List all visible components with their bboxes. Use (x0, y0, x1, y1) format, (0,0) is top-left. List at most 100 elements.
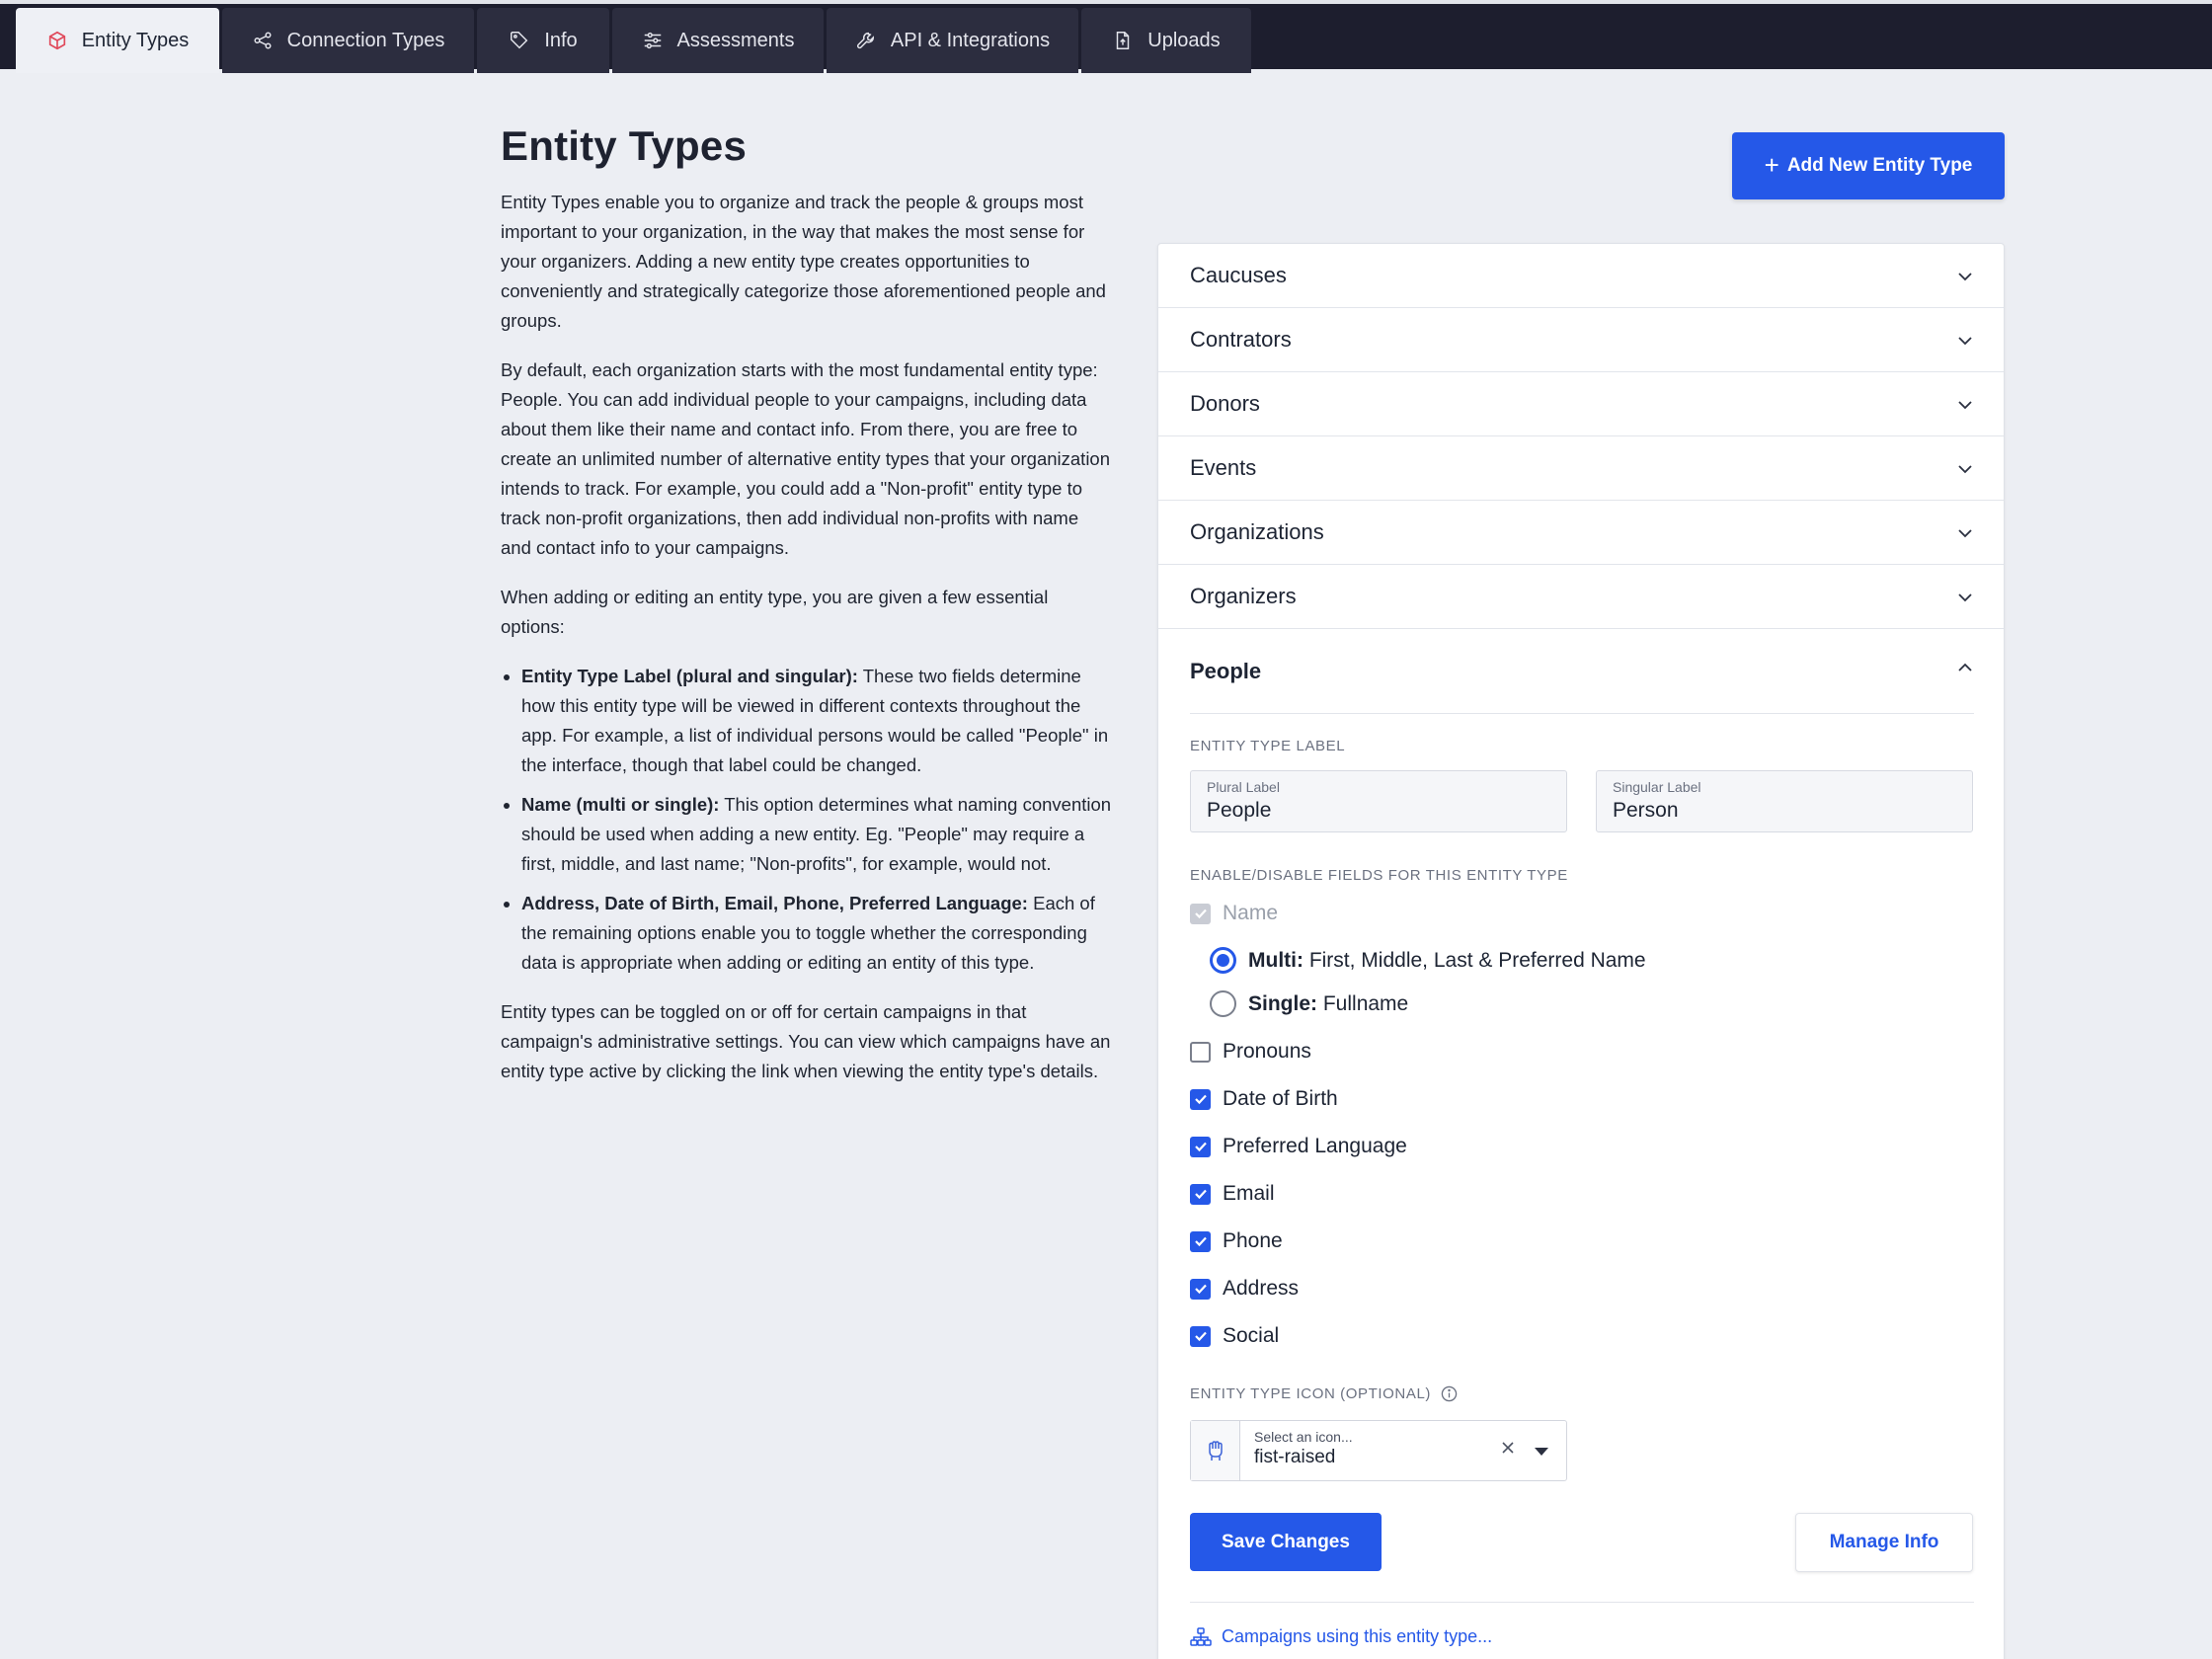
share-nodes-icon (252, 30, 274, 51)
accordion-item-label: Caucuses (1190, 263, 1287, 287)
list-item: Address, Date of Birth, Email, Phone, Pr… (521, 889, 1113, 978)
field-value: Person (1613, 799, 1679, 822)
add-button-label: Add New Entity Type (1786, 155, 1973, 176)
fist-raised-icon (1208, 1441, 1223, 1461)
icon-select[interactable]: Select an icon... fist-raised (1190, 1420, 1567, 1481)
checkbox (1190, 1183, 1211, 1205)
checkbox (1190, 1325, 1211, 1347)
plus-icon: + (1764, 149, 1779, 180)
radio-button (1210, 990, 1236, 1017)
tab-label: Connection Types (286, 29, 445, 51)
chevron-down-icon (1958, 401, 1972, 410)
checkbox (1190, 903, 1211, 924)
accordion-item-people[interactable]: People (1158, 629, 2004, 714)
date-of-birth-checkbox[interactable]: Date of Birth (1190, 1087, 1338, 1111)
checkbox (1190, 1041, 1211, 1063)
tab-connection-types[interactable]: Connection Types (222, 8, 474, 73)
top-tab-bar: Entity Types Connection Types Info Asses… (0, 0, 2212, 73)
checkbox (1190, 1088, 1211, 1110)
plural-label-field[interactable]: Plural Label People (1190, 770, 1567, 832)
close-icon[interactable] (1499, 1439, 1517, 1457)
campaigns-using-link[interactable]: Campaigns using this entity type... (1190, 1626, 1492, 1647)
entity-type-icon-heading: ENTITY TYPE ICON (OPTIONAL) (1190, 1385, 1458, 1402)
phone-checkbox[interactable]: Phone (1190, 1229, 1283, 1253)
checkbox-label: Phone (1223, 1229, 1283, 1252)
tab-api-integrations[interactable]: API & Integrations (827, 8, 1078, 73)
singular-label-field[interactable]: Singular Label Person (1596, 770, 1973, 832)
accordion-item-label: Organizers (1190, 584, 1297, 608)
manage-info-button[interactable]: Manage Info (1795, 1513, 1973, 1572)
radio-label-text: First, Middle, Last & Preferred Name (1303, 948, 1646, 972)
tab-label: Entity Types (81, 29, 190, 51)
chevron-down-icon (1958, 465, 1972, 474)
tab-info[interactable]: Info (477, 8, 609, 73)
pronouns-checkbox[interactable]: Pronouns (1190, 1040, 1311, 1064)
cube-icon (46, 30, 68, 51)
wrench-icon (855, 30, 877, 51)
accordion-item-donors[interactable]: Donors (1158, 372, 2004, 436)
intro-paragraph: When adding or editing an entity type, y… (501, 587, 1049, 637)
tag-icon (509, 30, 530, 51)
checkbox (1190, 1136, 1211, 1157)
file-upload-icon (1112, 30, 1134, 51)
intro-paragraph: Entity Types enable you to organize and … (501, 192, 1106, 331)
checkbox-label: Preferred Language (1223, 1135, 1407, 1157)
field-value: People (1207, 799, 1272, 822)
accordion-item-caucuses[interactable]: Caucuses (1158, 244, 2004, 308)
tab-label: API & Integrations (890, 29, 1051, 51)
checkbox-label: Social (1223, 1324, 1280, 1347)
page-title: Entity Types (501, 122, 748, 169)
checkbox-label: Email (1223, 1182, 1275, 1205)
name-option-single[interactable]: Single: Fullname (1210, 990, 1408, 1017)
preferred-language-checkbox[interactable]: Preferred Language (1190, 1135, 1407, 1158)
icon-select-body: Select an icon... fist-raised (1240, 1421, 1566, 1480)
accordion-item-label: Contrators (1190, 327, 1292, 352)
tab-label: Uploads (1147, 29, 1221, 51)
chevron-up-icon (1958, 663, 1972, 672)
checkbox-label: Pronouns (1223, 1040, 1311, 1063)
caret-down-icon[interactable] (1535, 1448, 1548, 1456)
section-label-text: ENTITY TYPE ICON (OPTIONAL) (1190, 1385, 1432, 1402)
name-option-multi[interactable]: Multi: First, Middle, Last & Preferred N… (1210, 947, 1646, 974)
accordion-item-label: People (1190, 659, 1262, 683)
accordion-item-organizations[interactable]: Organizations (1158, 501, 2004, 565)
icon-select-preview (1191, 1421, 1240, 1480)
description-panel: Entity Types Entity Types enable you to … (501, 122, 1113, 1106)
tab-assessments[interactable]: Assessments (612, 8, 824, 73)
tab-label: Info (544, 29, 578, 51)
divider (1190, 713, 1974, 714)
checkbox-label: Date of Birth (1223, 1087, 1338, 1110)
info-icon[interactable] (1441, 1385, 1458, 1402)
field-label: Singular Label (1613, 779, 1701, 795)
list-item-term: Name (multi or single): (521, 794, 720, 815)
radio-label: Multi: First, Middle, Last & Preferred N… (1248, 949, 1646, 973)
tab-entity-types[interactable]: Entity Types (16, 8, 219, 73)
tab-uploads[interactable]: Uploads (1081, 8, 1251, 73)
add-new-entity-type-button[interactable]: + Add New Entity Type (1732, 132, 2005, 199)
checkbox-label: Address (1223, 1277, 1300, 1300)
entity-type-label-heading: ENTITY TYPE LABEL (1190, 738, 1346, 754)
accordion-item-label: Events (1190, 455, 1257, 480)
tab-label: Assessments (676, 29, 795, 51)
social-checkbox[interactable]: Social (1190, 1324, 1279, 1348)
field-label: Plural Label (1207, 779, 1280, 795)
chevron-down-icon (1958, 337, 1972, 346)
accordion-item-contrators[interactable]: Contrators (1158, 308, 2004, 372)
sitemap-icon (1190, 1626, 1212, 1646)
enable-fields-heading: ENABLE/DISABLE FIELDS FOR THIS ENTITY TY… (1190, 867, 1568, 884)
sliders-icon (642, 30, 664, 51)
list-item-term: Entity Type Label (plural and singular): (521, 666, 858, 686)
radio-label-bold: Multi: (1248, 948, 1304, 972)
list-item-term: Address, Date of Birth, Email, Phone, Pr… (521, 893, 1028, 913)
radio-button (1210, 947, 1236, 974)
checkbox (1190, 1230, 1211, 1252)
accordion-item-events[interactable]: Events (1158, 436, 2004, 501)
email-checkbox[interactable]: Email (1190, 1182, 1275, 1206)
save-changes-button[interactable]: Save Changes (1190, 1513, 1382, 1571)
chevron-down-icon (1958, 273, 1972, 281)
address-checkbox[interactable]: Address (1190, 1277, 1299, 1301)
accordion-item-organizers[interactable]: Organizers (1158, 565, 2004, 629)
accordion-item-label: Organizations (1190, 519, 1324, 544)
name-checkbox[interactable]: Name (1190, 902, 1278, 925)
intro-paragraph: By default, each organization starts wit… (501, 359, 1111, 558)
